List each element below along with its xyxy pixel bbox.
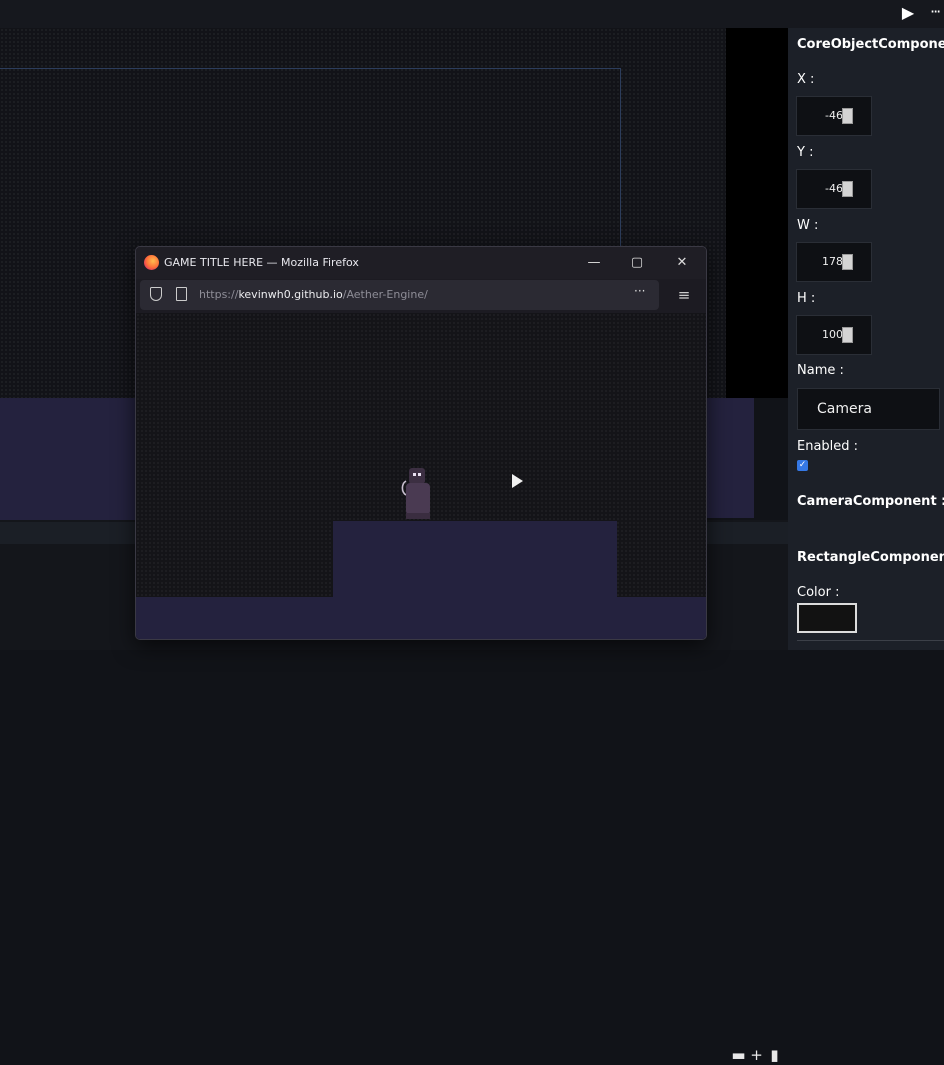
inspector-panel: CoreObjectCompone X : -46 Y : -46 W : 17… (788, 28, 944, 650)
camera-component-header: CameraComponent : (797, 494, 944, 509)
color-picker[interactable] (797, 603, 857, 633)
h-input[interactable]: 100 (796, 315, 872, 355)
scene-ground-right (704, 398, 754, 518)
x-label: X : (797, 72, 815, 87)
x-input[interactable]: -46 (796, 96, 872, 136)
y-input[interactable]: -46 (796, 169, 872, 209)
name-input[interactable]: Camera (797, 388, 940, 430)
window-title: GAME TITLE HERE — Mozilla Firefox (164, 256, 359, 269)
close-icon[interactable]: ✕ (671, 252, 693, 274)
color-label: Color : (797, 585, 840, 600)
game-canvas[interactable] (136, 313, 706, 639)
scene-ground-left (0, 398, 140, 520)
y-spinner-icon[interactable] (842, 181, 853, 197)
play-icon[interactable]: ▶ (899, 3, 917, 23)
url-bar[interactable]: https://kevinwh0.github.io/Aether-Engine… (140, 280, 659, 310)
minimize-icon[interactable]: — (583, 252, 605, 274)
enabled-label: Enabled : (797, 439, 859, 454)
page-actions-icon[interactable]: ··· (634, 284, 645, 298)
h-spinner-icon[interactable] (842, 327, 853, 343)
core-object-header: CoreObjectCompone (797, 37, 944, 52)
x-value: -46 (825, 109, 843, 122)
url-text[interactable]: https://kevinwh0.github.io/Aether-Engine… (199, 288, 428, 301)
enabled-checkbox[interactable]: ✓ (797, 460, 808, 471)
w-value: 178 (822, 255, 843, 268)
w-label: W : (797, 218, 819, 233)
h-value: 100 (822, 328, 843, 341)
maximize-icon[interactable]: ▢ (626, 252, 648, 274)
page-icon[interactable] (176, 287, 187, 301)
file-icon[interactable]: ▮ (767, 1045, 782, 1065)
w-spinner-icon[interactable] (842, 254, 853, 270)
y-label: Y : (797, 145, 814, 160)
viewport-black-area (726, 28, 788, 398)
w-input[interactable]: 178 (796, 242, 872, 282)
firefox-titlebar: GAME TITLE HERE — Mozilla Firefox — ▢ ✕ (136, 247, 706, 279)
firefox-logo-icon (144, 255, 159, 270)
folder-icon[interactable]: ▬ (731, 1045, 746, 1065)
h-label: H : (797, 291, 816, 306)
shield-icon[interactable] (150, 287, 162, 301)
inspector-divider (797, 640, 944, 641)
url-prefix: https:// (199, 288, 239, 301)
url-domain: kevinwh0.github.io (238, 288, 343, 301)
mouse-cursor-icon (512, 474, 523, 488)
more-icon[interactable]: ··· (930, 2, 944, 22)
game-platform (333, 521, 617, 639)
rectangle-component-header: RectangleComponen (797, 550, 944, 565)
y-value: -46 (825, 182, 843, 195)
firefox-window: GAME TITLE HERE — Mozilla Firefox — ▢ ✕ … (135, 246, 707, 640)
hamburger-menu-icon[interactable]: ≡ (674, 283, 694, 307)
asset-tools: ▬ + ▮ (731, 1045, 782, 1065)
x-spinner-icon[interactable] (842, 108, 853, 124)
player-sprite (401, 468, 430, 519)
plus-icon[interactable]: + (749, 1045, 764, 1065)
top-toolbar: ▶ ··· (0, 0, 944, 28)
name-label: Name : (797, 363, 844, 378)
url-path: /Aether-Engine/ (342, 288, 428, 301)
